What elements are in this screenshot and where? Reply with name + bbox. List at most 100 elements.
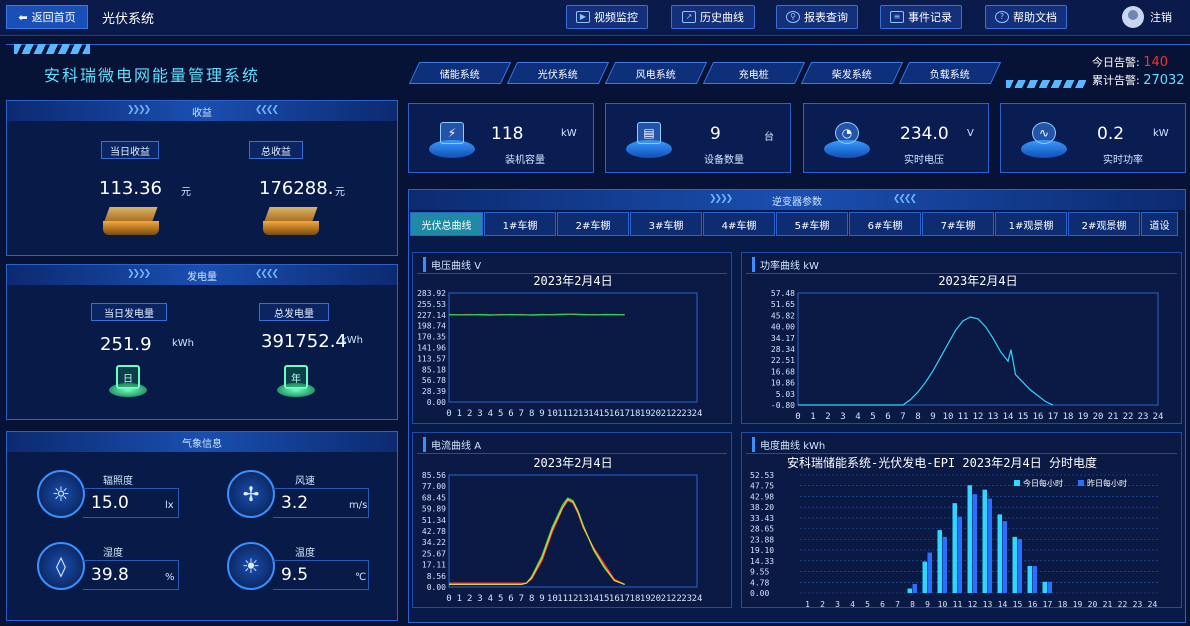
x-tick-label: 19 [1078, 412, 1089, 422]
legend-label: 今日每小时 [1023, 478, 1063, 488]
bar-today [922, 561, 927, 593]
y-tick-label: 51.34 [422, 516, 446, 525]
bar-yesterday [957, 516, 962, 593]
nav-help-button[interactable]: ? 帮助文档 [985, 5, 1067, 29]
x-tick-label: 1 [810, 412, 815, 422]
x-tick-label: 22 [1123, 412, 1134, 422]
back-home-button[interactable]: ⬅ 返回首页 [6, 5, 88, 29]
x-tick-label: 24 [1153, 412, 1164, 422]
today-income-unit: 元 [181, 187, 191, 198]
y-tick-label: 283.92 [417, 289, 446, 298]
chart-date-title: 2023年2月4日 [533, 274, 612, 288]
y-tick-label: 57.48 [771, 289, 795, 298]
y-tick-label: 22.51 [771, 356, 795, 365]
tab-carport-3[interactable]: 3#车棚 [630, 212, 702, 236]
today-generation-unit: kWh [172, 338, 195, 349]
voltage-chart: 电压曲线 V 2023年2月4日 283.92 255.53 227.14 198.74… [412, 252, 732, 424]
y-tick-label: 170.35 [417, 333, 446, 342]
bar-today [967, 485, 972, 593]
x-tick-label: 14 [998, 600, 1008, 609]
legend-label: 昨日每小时 [1087, 478, 1127, 488]
y-tick-label: 52.53 [750, 471, 774, 480]
x-tick-label: 12 [968, 600, 978, 609]
total-generation-value: 391752.4 [261, 331, 347, 352]
x-tick-label: 19 [640, 594, 651, 604]
search-icon: ⚲ [786, 11, 800, 23]
bar-yesterday [912, 584, 917, 593]
x-tick-label: 9 [925, 600, 930, 609]
x-tick-label: 17 [1048, 412, 1059, 422]
nav-report-button[interactable]: ⚲ 报表查询 [776, 5, 858, 29]
total-generation-label: 总发电量 [259, 303, 329, 321]
x-tick-label: 8 [529, 594, 534, 604]
x-tick-label: 2 [820, 600, 825, 609]
panel-icon: ⚡ [427, 118, 477, 164]
tab-carport-2[interactable]: 2#车棚 [557, 212, 629, 236]
panel-header: 气象信息 [7, 432, 397, 452]
bar-today [937, 530, 942, 593]
x-tick-label: 15 [1013, 600, 1023, 609]
today-generation-value: 251.9 [100, 334, 152, 355]
x-tick-label: 23 [681, 594, 692, 604]
y-tick-label: 9.55 [750, 568, 769, 577]
tab-wind[interactable]: 风电系统 [604, 62, 708, 84]
tab-carport-4[interactable]: 4#车棚 [703, 212, 775, 236]
bar-yesterday [927, 552, 932, 593]
x-tick-label: 14 [588, 409, 599, 419]
y-tick-label: 68.45 [422, 493, 446, 502]
y-tick-label: 42.78 [422, 527, 446, 536]
x-tick-label: 24 [692, 594, 703, 604]
x-tick-label: 19 [640, 409, 651, 419]
logout-button[interactable]: 注销 [1122, 6, 1172, 28]
chart-icon: ↗ [682, 11, 696, 23]
x-tick-label: 18 [1058, 600, 1068, 609]
x-tick-label: 4 [855, 412, 860, 422]
nav-history-button[interactable]: ↗ 历史曲线 [671, 5, 755, 29]
y-tick-label: 28.34 [771, 345, 795, 354]
x-tick-label: 23 [1138, 412, 1149, 422]
x-tick-label: 0 [795, 412, 800, 422]
nav-events-button[interactable]: ≡ 事件记录 [880, 5, 962, 29]
x-tick-label: 20 [650, 594, 661, 604]
x-tick-label: 0 [446, 594, 451, 604]
gauge-icon: ◔ [822, 118, 872, 164]
y-tick-label: 51.65 [771, 300, 795, 309]
energy-chart-plot: 安科瑞储能系统-光伏发电-EPI 2023年2月4日 分时电度 52.53 47.7… [750, 455, 1160, 609]
tab-storage[interactable]: 储能系统 [408, 62, 512, 84]
tab-carport-1[interactable]: 1#车棚 [484, 212, 556, 236]
nav-video-button[interactable]: ▶ 视频监控 [566, 5, 648, 29]
tab-carport-7[interactable]: 7#车棚 [922, 212, 994, 236]
y-tick-label: 0.00 [427, 398, 446, 407]
y-tick-label: -0.80 [771, 401, 795, 410]
tab-diesel[interactable]: 柴发系统 [800, 62, 904, 84]
tab-pv[interactable]: 光伏系统 [506, 62, 610, 84]
x-tick-label: 18 [630, 594, 641, 604]
device-icon: ▤ [624, 118, 674, 164]
bar-yesterday [987, 498, 992, 593]
x-tick-label: 11 [958, 412, 969, 422]
x-tick-label: 3 [477, 409, 482, 419]
panel-header: ❯❯❯❯ 逆变器参数 ❮❮❮❮ [409, 190, 1185, 210]
x-tick-label: 19 [1073, 600, 1083, 609]
x-tick-label: 6 [508, 594, 513, 604]
x-tick-label: 5 [498, 409, 503, 419]
y-tick-label: 0.00 [427, 583, 446, 592]
y-tick-label: 34.17 [771, 334, 795, 343]
x-tick-label: 16 [1028, 600, 1038, 609]
current-chart-plot: 2023年2月4日 85.56 77.00 68.45 59.89 51.34 42.78 3… [422, 456, 703, 604]
x-tick-label: 21 [1108, 412, 1119, 422]
tab-viewing-shed-1[interactable]: 1#观景棚 [995, 212, 1067, 236]
x-tick-label: 10 [547, 594, 558, 604]
y-tick-label: 23.88 [750, 535, 774, 544]
tab-carport-6[interactable]: 6#车棚 [849, 212, 921, 236]
tab-load[interactable]: 负载系统 [898, 62, 1002, 84]
tab-carport-5[interactable]: 5#车棚 [776, 212, 848, 236]
x-tick-label: 21 [661, 594, 672, 604]
tab-viewing-shed-2[interactable]: 2#观景棚 [1068, 212, 1140, 236]
tab-road[interactable]: 道设 [1141, 212, 1178, 236]
tab-pv-total[interactable]: 光伏总曲线 [410, 212, 483, 236]
tab-charger[interactable]: 充电桩 [702, 62, 806, 84]
x-tick-label: 7 [519, 409, 524, 419]
system-title: 光伏系统 [102, 12, 155, 27]
x-tick-label: 8 [529, 409, 534, 419]
